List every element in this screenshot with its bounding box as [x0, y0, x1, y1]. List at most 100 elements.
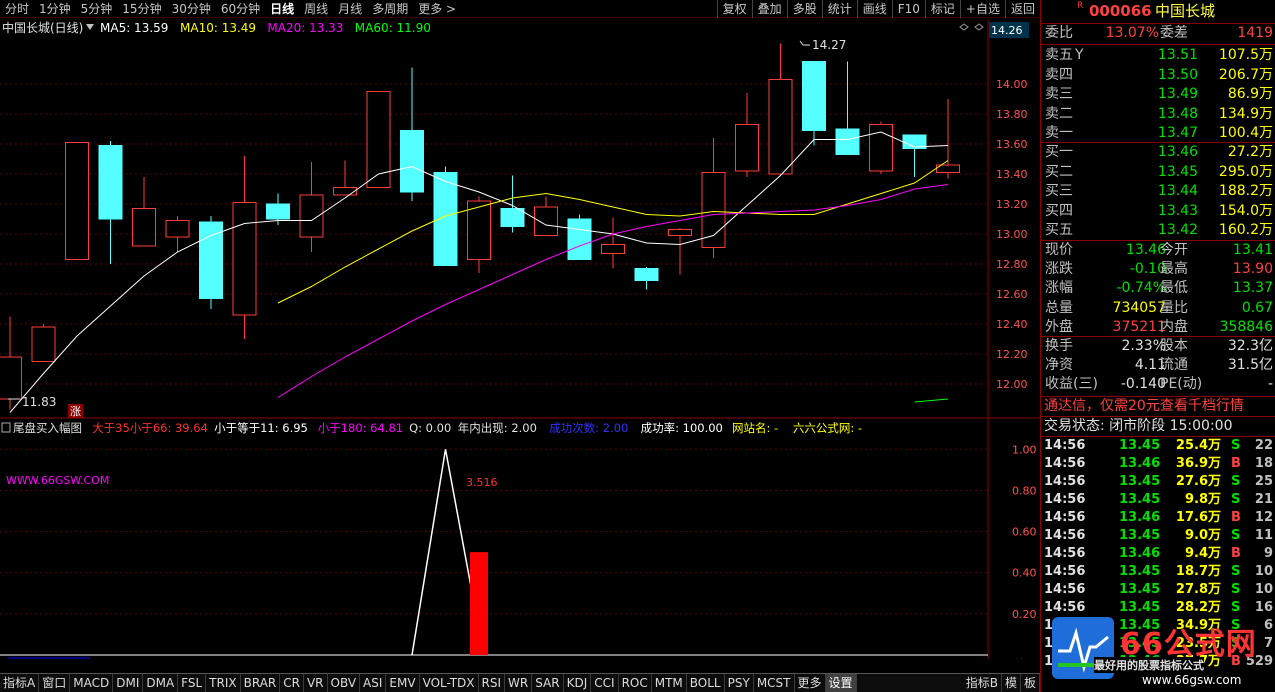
candle[interactable]	[534, 196, 558, 236]
indicator-tab[interactable]: OBV	[328, 674, 361, 692]
stat-value: 358846	[1219, 318, 1273, 335]
toolbar-action-button[interactable]: 多股	[786, 0, 822, 18]
indicator-tab[interactable]: 设置	[825, 674, 857, 692]
period-tab[interactable]: 分时	[0, 0, 34, 18]
indicator-tab[interactable]: 板	[1021, 674, 1040, 692]
candle[interactable]	[400, 67, 424, 202]
sell-level-row[interactable]: 卖二 13.48 134.9万	[1041, 105, 1275, 125]
diamond-icon[interactable]	[959, 23, 969, 31]
candle[interactable]	[232, 156, 257, 339]
sell-level-row[interactable]: 卖五 Y 13.51 107.5万	[1041, 46, 1275, 66]
candle[interactable]	[701, 138, 726, 258]
period-tab[interactable]: 60分钟	[216, 0, 265, 18]
indicator-tab[interactable]: 指标B	[963, 674, 1002, 692]
toolbar-action-button[interactable]: 标记	[924, 0, 960, 18]
candle[interactable]	[601, 217, 625, 269]
indicator-tab[interactable]: BRAR	[241, 674, 281, 692]
candle[interactable]	[869, 121, 893, 175]
indicator-tab[interactable]: TRIX	[206, 674, 241, 692]
candle[interactable]	[132, 177, 156, 247]
period-tab[interactable]: 15分钟	[117, 0, 166, 18]
toolbar-action-button[interactable]: 复权	[716, 0, 752, 18]
period-tab[interactable]: 月线	[333, 0, 367, 18]
buy-level-row[interactable]: 买二 13.45 295.0万	[1041, 163, 1275, 183]
indicator-tab[interactable]: PSY	[725, 674, 754, 692]
candle[interactable]	[165, 216, 190, 252]
indicator-tab[interactable]: SAR	[532, 674, 564, 692]
candle-body	[333, 187, 357, 196]
candle[interactable]	[31, 324, 56, 362]
indicator-tab[interactable]: DMA	[143, 674, 179, 692]
indicator-tab[interactable]: ROC	[619, 674, 652, 692]
sell-level-row[interactable]: 卖一 13.47 100.4万	[1041, 124, 1275, 144]
indicator-chart[interactable]: 1.00 0.80 0.60 0.40 0.20 3.516 尾盘买入幅图 大于35小于66:…	[0, 419, 1040, 659]
candle[interactable]	[333, 160, 357, 196]
buy-level-row[interactable]: 买四 13.43 154.0万	[1041, 202, 1275, 222]
sell-level-row[interactable]: 卖四 13.50 206.7万	[1041, 66, 1275, 86]
promo-banner[interactable]: 通达信，仅需20元查看千档行情	[1041, 397, 1275, 417]
indicator-tab[interactable]: 模	[1002, 674, 1021, 692]
candle[interactable]	[735, 93, 759, 177]
candle[interactable]	[567, 214, 592, 260]
candle[interactable]	[936, 99, 960, 179]
sell-level-row[interactable]: 卖三 13.49 86.9万	[1041, 85, 1275, 105]
indicator-tab[interactable]: VOL-TDX	[420, 674, 479, 692]
indicator-tab[interactable]: VR	[304, 674, 328, 692]
indicator-tab[interactable]: 更多	[795, 674, 826, 692]
toolbar-action-button[interactable]: 统计	[821, 0, 857, 18]
period-tab[interactable]: 30分钟	[167, 0, 216, 18]
candle[interactable]	[668, 228, 692, 275]
indicator-tab[interactable]: DMI	[113, 674, 144, 692]
candle[interactable]	[199, 216, 223, 309]
candle[interactable]	[768, 43, 793, 176]
indicator-tab[interactable]: 指标A	[0, 674, 40, 692]
candle[interactable]	[299, 162, 324, 252]
candle[interactable]	[902, 134, 927, 177]
indicator-tab[interactable]: WR	[505, 674, 533, 692]
indicator-tab[interactable]: MTM	[652, 674, 687, 692]
candle[interactable]	[0, 316, 22, 410]
toolbar-action-button[interactable]: 画线	[856, 0, 892, 18]
indicator-tab[interactable]: KDJ	[564, 674, 592, 692]
candle[interactable]	[366, 91, 391, 188]
period-tab[interactable]: 更多 >	[413, 0, 461, 18]
indicator-tab[interactable]: ASI	[360, 674, 387, 692]
buy-level-row[interactable]: 买三 13.44 188.2万	[1041, 182, 1275, 202]
indicator-tab[interactable]: EMV	[386, 674, 420, 692]
period-tab[interactable]: 5分钟	[76, 0, 118, 18]
period-tab[interactable]: 日线	[265, 0, 299, 18]
candle[interactable]	[98, 141, 123, 264]
stat-label: 换手	[1045, 338, 1073, 354]
indicator-tab[interactable]: CCI	[591, 674, 619, 692]
indicator-tab[interactable]: MACD	[70, 674, 114, 692]
indicator-tab[interactable]: MCST	[754, 674, 795, 692]
stat-label: 收益(三)	[1045, 376, 1098, 393]
indicator-tab[interactable]: CR	[280, 674, 304, 692]
period-tab[interactable]: 周线	[299, 0, 333, 18]
indicator-tab[interactable]: FSL	[178, 674, 207, 692]
level-label: 买一	[1045, 144, 1073, 160]
period-tab[interactable]: 1分钟	[34, 0, 76, 18]
toolbar-action-button[interactable]: 叠加	[751, 0, 787, 18]
candle[interactable]	[802, 61, 826, 146]
candlestick-chart[interactable]: 14.26 14.00 13.80 13.60 13.40 13.20 13.00 12.80…	[0, 19, 1040, 419]
buy-level-row[interactable]: 买五 13.42 160.2万	[1041, 221, 1275, 241]
indicator-icon[interactable]	[1, 422, 11, 433]
indicator-tab[interactable]: RSI	[479, 674, 506, 692]
toolbar-action-button[interactable]: +自选	[959, 0, 1005, 18]
dropdown-icon[interactable]	[86, 24, 94, 30]
indicator-tab[interactable]: BOLL	[687, 674, 725, 692]
candle[interactable]	[65, 142, 89, 260]
buy-level-row[interactable]: 买一 13.46 27.2万	[1041, 143, 1275, 163]
period-tab[interactable]: 多周期	[367, 0, 413, 18]
candle[interactable]	[634, 267, 659, 290]
toolbar-action-button[interactable]: 返回	[1004, 0, 1040, 18]
candle[interactable]	[835, 61, 860, 155]
toolbar-action-button[interactable]: F10	[891, 0, 925, 18]
toolbar-actions: 复权 叠加 多股 统计 画线 F10 标记 +自选 返回	[716, 0, 1040, 18]
indicator-tab[interactable]: 窗口	[39, 674, 71, 692]
signal-bar[interactable]	[470, 552, 488, 655]
stat-label: 最高	[1160, 261, 1188, 278]
diamond-icon[interactable]	[974, 23, 984, 31]
candle[interactable]	[467, 196, 491, 274]
